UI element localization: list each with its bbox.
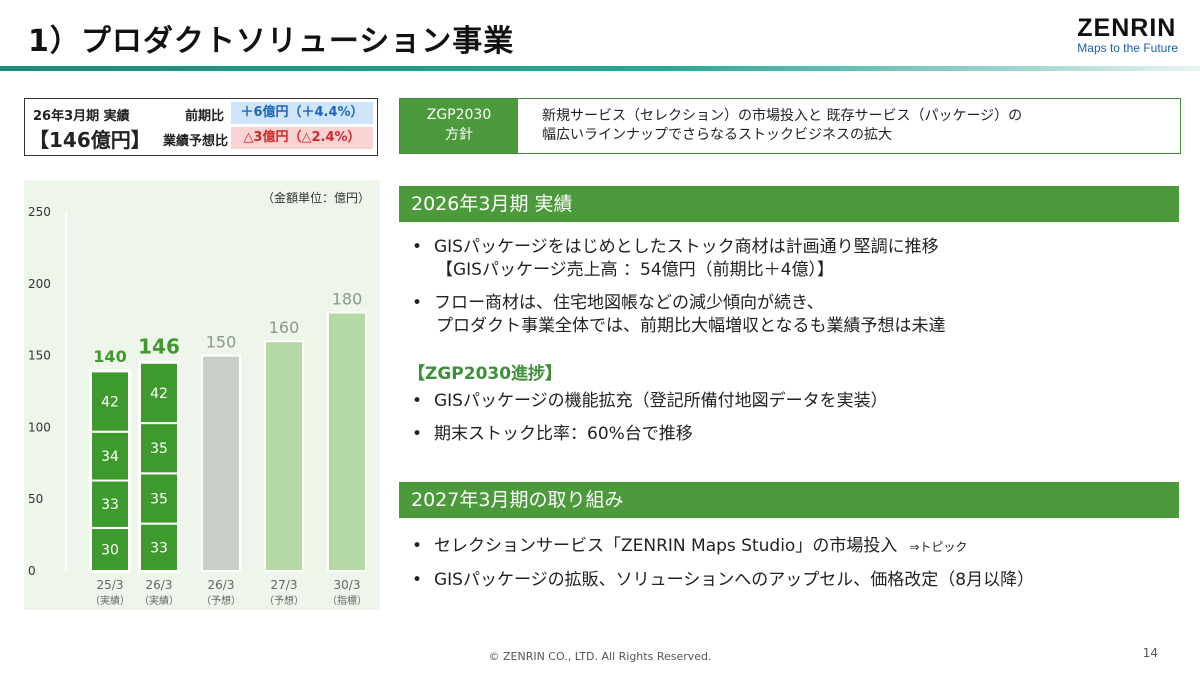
logo-name: ZENRIN (1077, 14, 1177, 42)
results-bullet-stock-line2: 【GISパッケージ売上高 ：54億円（前期比＋4億）】 (436, 260, 834, 280)
x-category-label: 26/3 (208, 578, 235, 592)
x-sublabel: （予想） (201, 594, 241, 607)
yoy-label: 前期比 (185, 109, 225, 124)
policy-box: ZGP2030 方針 新規サービス（セレクション）の市場投入と 既存サービス（パ… (399, 98, 1181, 154)
copyright: © ZENRIN CO., LTD. All Rights Reserved. (488, 650, 712, 663)
summary-value: 【146億円】 (29, 128, 151, 152)
policy-label-line1: ZGP2030 (426, 107, 492, 123)
bar (327, 311, 367, 573)
sales-chart-panel: 0 50 100 150 200 250 （金額単位：億円） 30 33 34 42 140 25/3 （… (24, 180, 380, 610)
x-sublabel: （実績） (90, 594, 130, 607)
sales-bar-chart: 0 50 100 150 200 250 （金額単位：億円） 30 33 34 42 140 25/3 （… (28, 190, 370, 607)
forecast-value: △3億円（△2.4%） (231, 127, 373, 149)
company-logo: ZENRIN Maps to the Future (1077, 14, 1178, 55)
bar (201, 354, 241, 572)
bar-total-label: 150 (206, 333, 237, 352)
policy-label: ZGP2030 方針 (400, 99, 518, 153)
y-tick-label: 250 (28, 205, 51, 219)
x-category-label: 30/3 (334, 578, 361, 592)
header-divider (0, 66, 1200, 71)
bar-total-label: 140 (93, 347, 126, 366)
initiatives-bullet-list: セレクションサービス「ZENRIN Maps Studio」の市場投入 ⇒トピック… (412, 535, 1034, 602)
progress-bullet-list: GISパッケージの機能拡充（登記所備付地図データを実装） 期末ストック比率：60… (412, 390, 888, 456)
logo-tagline: Maps to the Future (1077, 41, 1178, 55)
initiatives-bullet-maps-studio-text: セレクションサービス「ZENRIN Maps Studio」の市場投入 (434, 536, 898, 556)
results-bullet-stock-line1: GISパッケージをはじめとしたストック商材は計画通り堅調に推移 (434, 237, 939, 257)
results-bullet-flow-line2: プロダクト事業全体では、前期比大幅増収となるも業績予想は未達 (436, 316, 946, 336)
unit-label: （金額単位：億円） (262, 190, 370, 205)
initiatives-bullet-gis-text: GISパッケージの拡販、ソリューションへのアップセル、価格改定（8月以降） (434, 570, 1035, 590)
y-tick-label: 200 (28, 277, 51, 291)
bar-total-label: 146 (138, 334, 180, 358)
progress-bullet-gis: GISパッケージの機能拡充（登記所備付地図データを実装） (412, 390, 888, 413)
x-category-label: 26/3 (146, 578, 173, 592)
x-sublabel: （指標） (327, 594, 367, 607)
segment-value-label: 35 (150, 441, 168, 457)
bar-total-label: 180 (332, 290, 363, 309)
y-tick-label: 50 (28, 492, 43, 506)
summary-label: 26年3月期 実績 (33, 109, 130, 124)
segment-value-label: 33 (150, 540, 168, 556)
zgp-progress-title: 【ZGP2030進捗】 (408, 364, 563, 384)
page-title: 1）プロダクトソリューション事業 (28, 24, 515, 59)
section-2027-initiatives-header: 2027年3月期の取り組み (399, 482, 1179, 518)
x-sublabel: （実績） (139, 594, 179, 607)
progress-bullet-stock-ratio: 期末ストック比率：60%台で推移 (412, 423, 888, 446)
policy-label-line2: 方針 (445, 127, 473, 143)
segment-value-label: 34 (101, 449, 119, 465)
segment-value-label: 35 (150, 491, 168, 507)
results-bullet-list: GISパッケージをはじめとしたストック商材は計画通り堅調に推移 【GISパッケー… (412, 236, 946, 348)
initiatives-bullet-gis: GISパッケージの拡販、ソリューションへのアップセル、価格改定（8月以降） (412, 569, 1034, 592)
results-bullet-stock: GISパッケージをはじめとしたストック商材は計画通り堅調に推移 【GISパッケー… (412, 236, 946, 282)
x-sublabel: （予想） (264, 594, 304, 607)
topic-link[interactable]: ⇒トピック (909, 540, 967, 554)
results-bullet-flow: フロー商材は、住宅地図帳などの減少傾向が続き、 プロダクト事業全体では、前期比大… (412, 292, 946, 338)
bar (264, 340, 304, 572)
x-category-label: 27/3 (271, 578, 298, 592)
y-tick-label: 100 (28, 420, 51, 434)
forecast-label: 業績予想比 (163, 134, 229, 149)
results-bullet-flow-line1: フロー商材は、住宅地図帳などの減少傾向が続き、 (434, 293, 824, 313)
segment-value-label: 42 (150, 386, 168, 402)
x-category-label: 25/3 (97, 578, 124, 592)
segment-value-label: 42 (101, 395, 119, 411)
section-2026-results-header: 2026年3月期 実績 (399, 186, 1179, 222)
bar-total-label: 160 (269, 318, 300, 337)
segment-value-label: 30 (101, 542, 119, 558)
initiatives-bullet-maps-studio: セレクションサービス「ZENRIN Maps Studio」の市場投入 ⇒トピック (412, 535, 1034, 559)
y-tick-label: 150 (28, 349, 51, 363)
y-tick-label: 0 (28, 564, 36, 578)
progress-bullet-gis-text: GISパッケージの機能拡充（登記所備付地図データを実装） (434, 391, 888, 411)
policy-text-line2: 幅広いラインナップでさらなるストックビジネスの拡大 (542, 127, 892, 143)
segment-value-label: 33 (101, 497, 119, 513)
page-number: 14 (1142, 646, 1158, 660)
yoy-value: ＋6億円（＋4.4%） (231, 102, 373, 124)
progress-bullet-stock-ratio-text: 期末ストック比率：60%台で推移 (434, 424, 693, 444)
results-summary-box: 26年3月期 実績 【146億円】 前期比 ＋6億円（＋4.4%） 業績予想比 … (24, 98, 378, 156)
policy-text-line1: 新規サービス（セレクション）の市場投入と 既存サービス（パッケージ）の (542, 108, 1023, 124)
policy-text: 新規サービス（セレクション）の市場投入と 既存サービス（パッケージ）の 幅広いラ… (542, 107, 1022, 145)
